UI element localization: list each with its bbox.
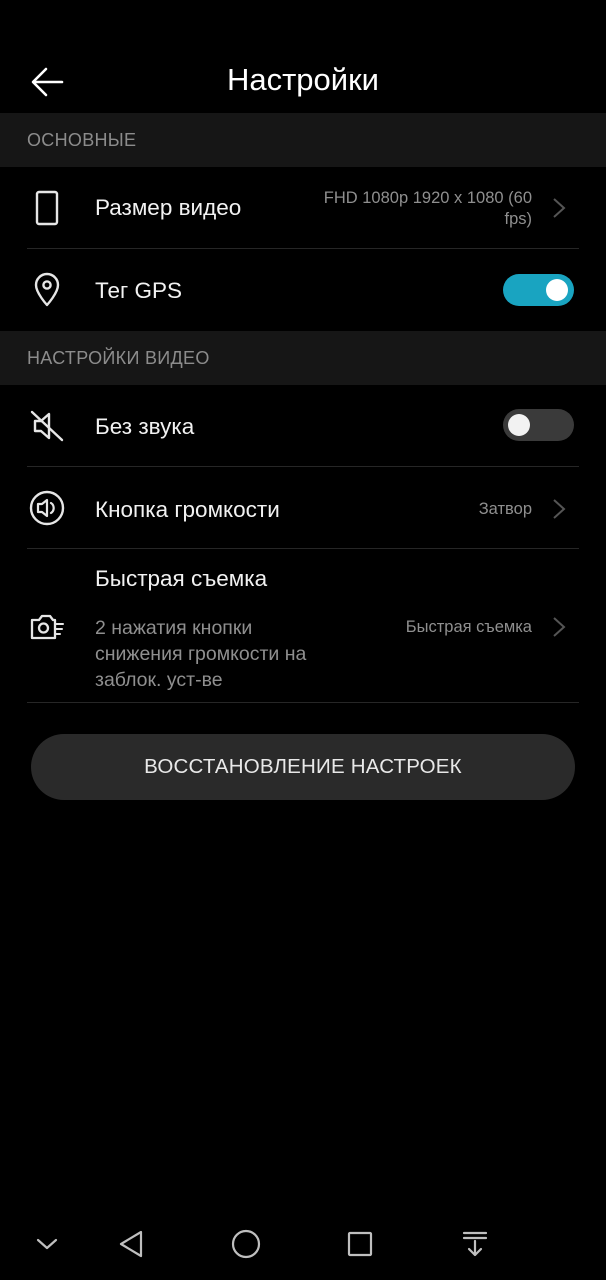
quick-shot-description: 2 нажатия кнопки снижения громкости на з… [95, 615, 365, 693]
mute-label: Без звука [95, 414, 195, 439]
quick-camera-icon [27, 607, 67, 647]
section-header-video: НАСТРОЙКИ ВИДЕО [0, 331, 606, 385]
quick-shot-label: Быстрая съемка [95, 566, 268, 591]
chevron-right-icon [553, 617, 566, 637]
video-size-value: FHD 1080p 1920 x 1080 (60 fps) [324, 188, 532, 230]
recents-square-icon[interactable] [340, 1224, 380, 1264]
speaker-muted-icon [27, 406, 67, 446]
home-circle-icon[interactable] [226, 1224, 266, 1264]
video-size-label: Размер видео [95, 195, 242, 220]
collapse-icon[interactable] [27, 1224, 67, 1264]
mute-toggle[interactable] [503, 409, 574, 441]
gps-tag-row[interactable]: Тег GPS [0, 249, 606, 331]
volume-button-row[interactable]: Кнопка громкости Затвор [0, 467, 606, 549]
phone-portrait-icon [27, 188, 67, 228]
location-pin-icon [27, 270, 67, 310]
page-title: Настройки [226, 62, 379, 97]
gps-tag-label: Тег GPS [95, 278, 182, 303]
quick-shot-description-line1: 2 нажатия кнопки [95, 617, 253, 639]
notification-pull-icon[interactable] [455, 1224, 495, 1264]
video-size-value-line2: fps) [504, 210, 532, 228]
quick-shot-description-line3: заблок. уст-ве [95, 669, 223, 691]
volume-button-value: Затвор [478, 500, 532, 518]
quick-shot-value: Быстрая съемка [405, 618, 532, 636]
section-header-basic: ОСНОВНЫЕ [0, 113, 606, 167]
quick-shot-row[interactable]: Быстрая съемка 2 нажатия кнопки снижения… [0, 549, 606, 702]
video-size-value-line1: FHD 1080p 1920 x 1080 (60 [323, 189, 532, 207]
gps-tag-toggle[interactable] [503, 274, 574, 306]
app-header: Настройки [0, 0, 606, 113]
chevron-right-icon [553, 198, 566, 218]
divider [27, 702, 579, 703]
toggle-knob [546, 279, 568, 301]
system-navbar [0, 1210, 606, 1280]
mute-row[interactable]: Без звука [0, 385, 606, 467]
quick-shot-description-line2: снижения громкости на [95, 643, 307, 665]
toggle-knob [508, 414, 530, 436]
speaker-icon [27, 488, 67, 528]
volume-button-label: Кнопка громкости [95, 497, 280, 522]
reset-settings-button[interactable]: ВОССТАНОВЛЕНИЕ НАСТРОЕК [31, 734, 575, 800]
back-triangle-icon[interactable] [111, 1224, 151, 1264]
chevron-right-icon [553, 499, 566, 519]
video-size-row[interactable]: Размер видео FHD 1080p 1920 x 1080 (60 f… [0, 167, 606, 249]
